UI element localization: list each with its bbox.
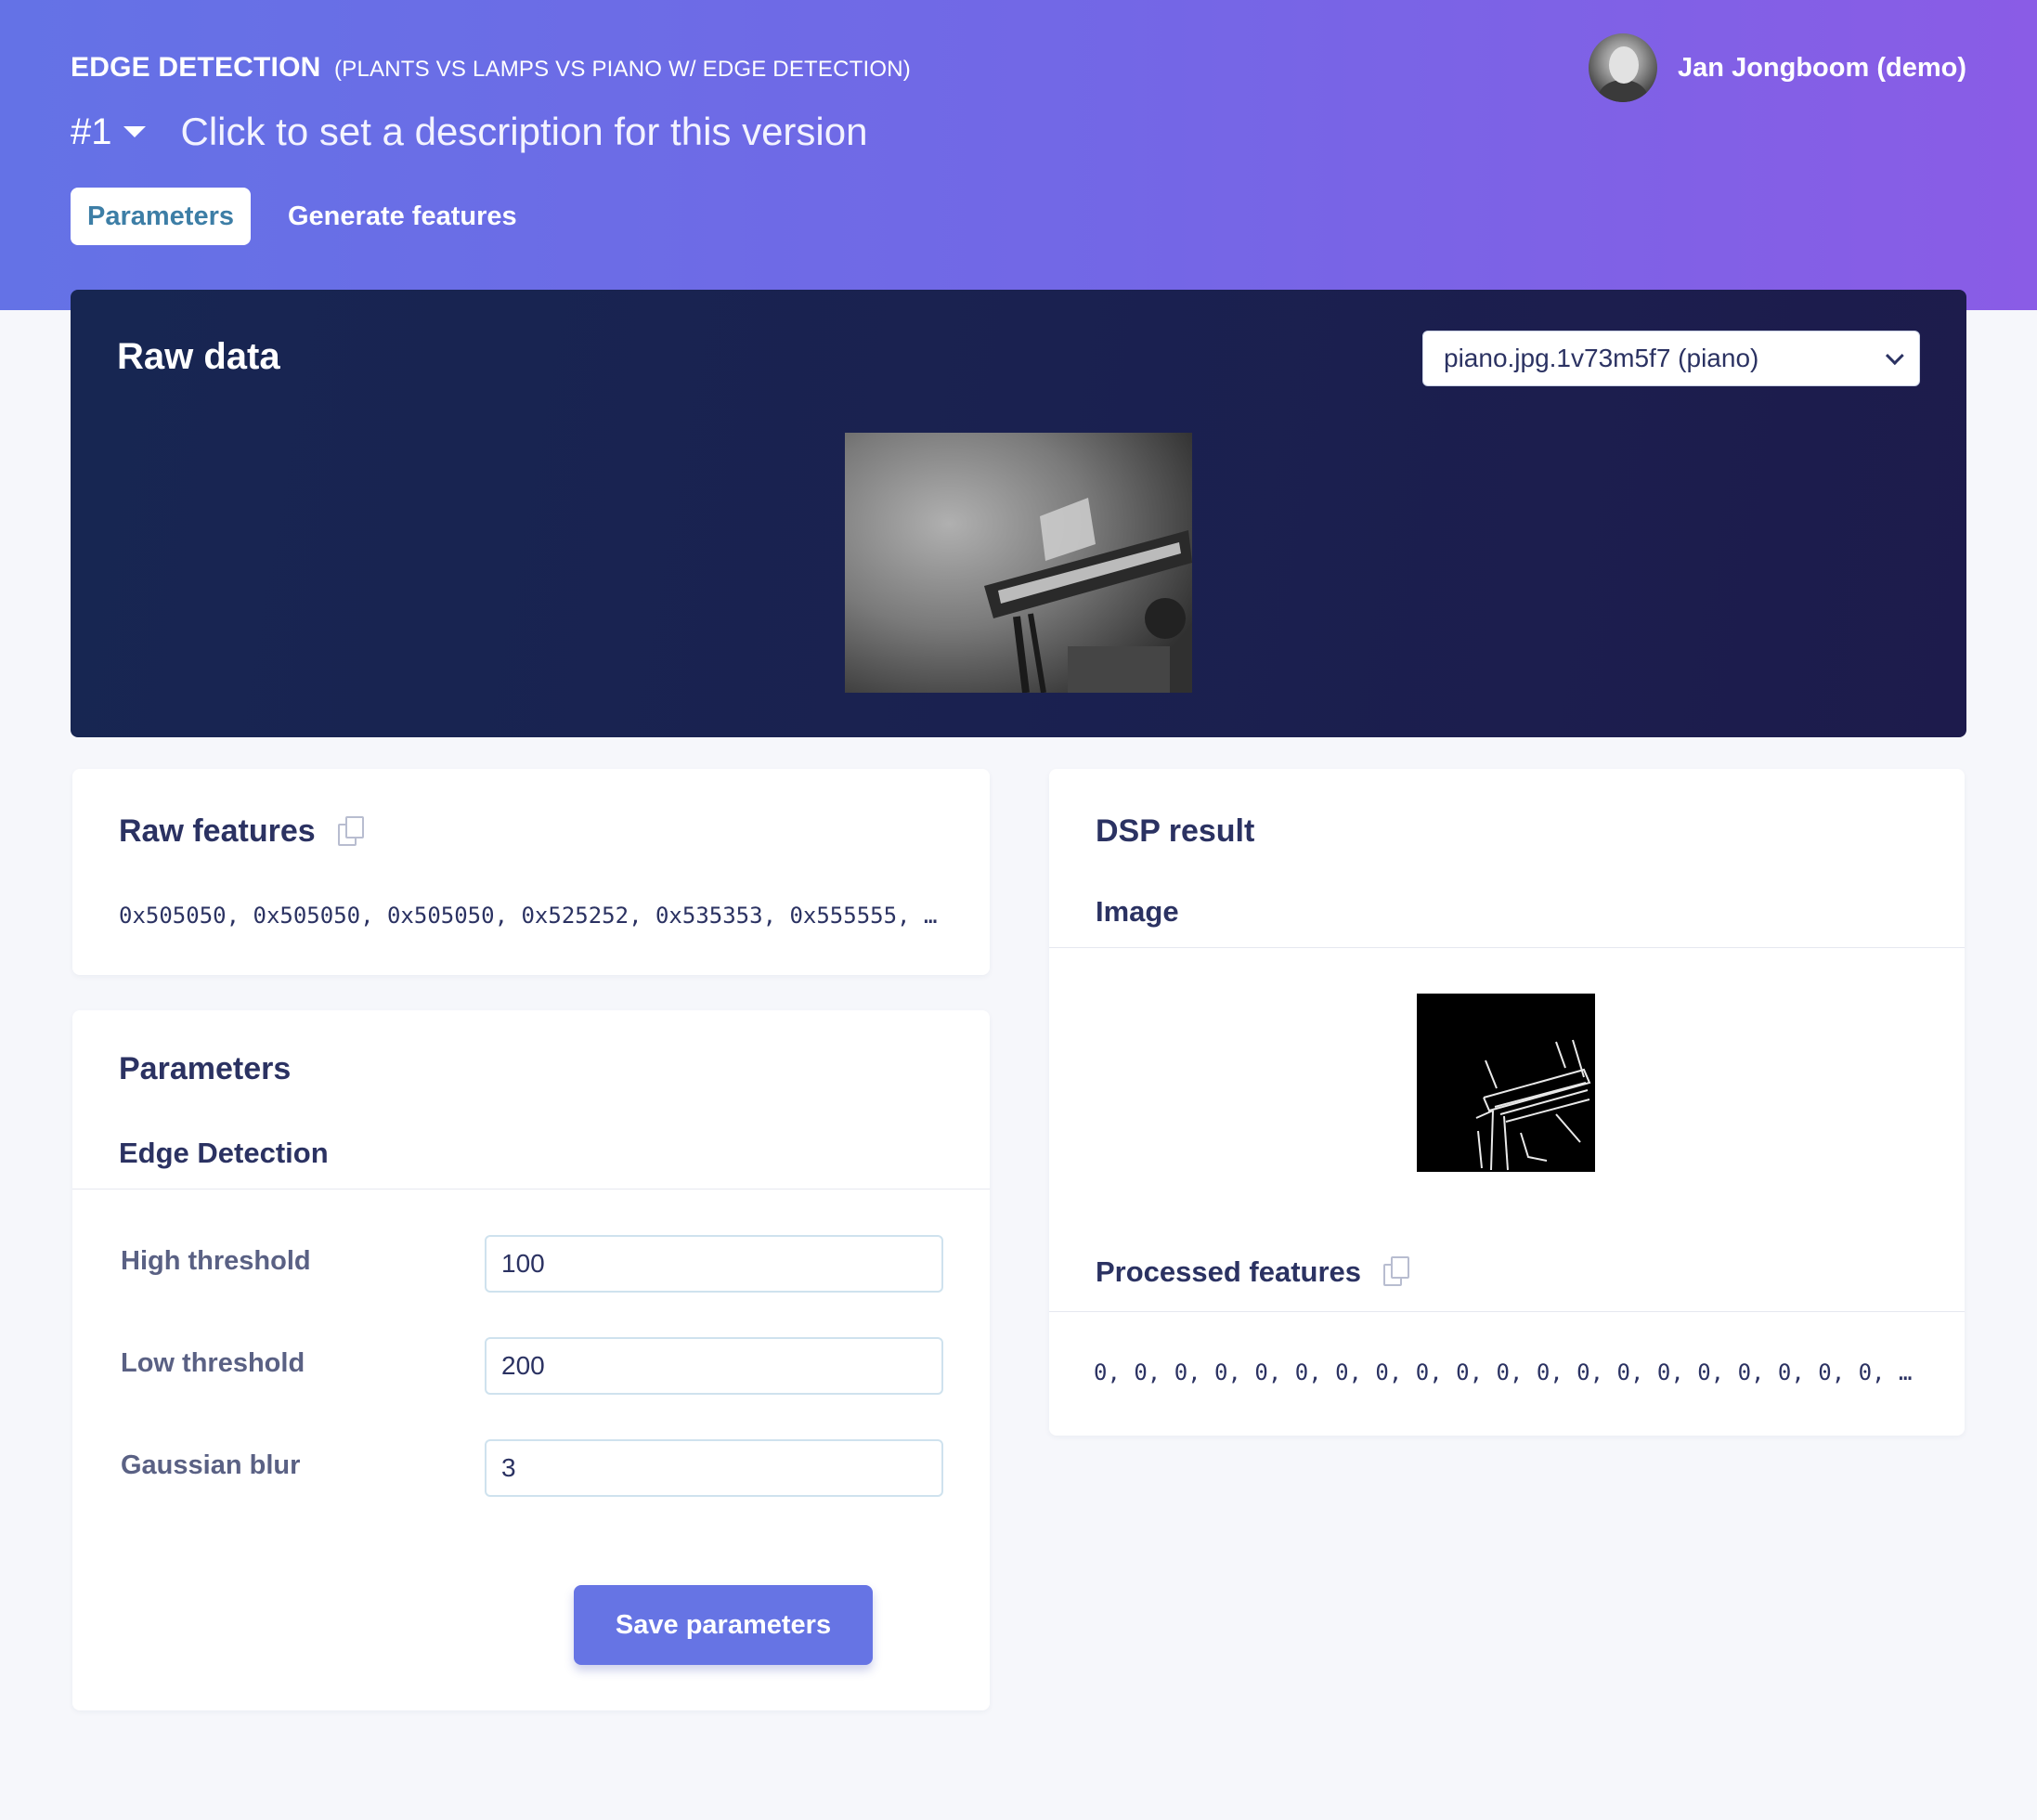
divider [1049, 1311, 1965, 1312]
sample-select-value: piano.jpg.1v73m5f7 (piano) [1444, 344, 1759, 372]
block-title: EDGE DETECTION (PLANTS VS LAMPS VS PIANO… [71, 52, 911, 84]
tab-bar: Parameters Generate features [71, 188, 554, 245]
raw-features-title: Raw features [119, 813, 366, 850]
version-row: #1 Click to set a description for this v… [71, 104, 867, 160]
raw-features-values: 0x505050, 0x505050, 0x505050, 0x525252, … [119, 903, 938, 929]
low-threshold-label: Low threshold [121, 1348, 305, 1378]
low-threshold-input[interactable] [485, 1337, 943, 1395]
divider [1049, 947, 1965, 948]
chevron-down-icon [1885, 346, 1904, 366]
dsp-result-title: DSP result [1096, 813, 1255, 849]
tab-generate-features[interactable]: Generate features [271, 188, 534, 245]
gaussian-blur-label: Gaussian blur [121, 1450, 301, 1480]
version-dropdown[interactable]: #1 [71, 111, 146, 153]
edge-detection-heading: Edge Detection [119, 1137, 329, 1169]
raw-data-panel: Raw data piano.jpg.1v73m5f7 (piano) [71, 290, 1966, 737]
raw-data-title: Raw data [117, 336, 280, 377]
save-parameters-button[interactable]: Save parameters [574, 1585, 873, 1665]
gaussian-blur-input[interactable] [485, 1439, 943, 1497]
copy-icon[interactable] [1383, 1256, 1411, 1288]
version-number: #1 [71, 110, 112, 152]
sample-select[interactable]: piano.jpg.1v73m5f7 (piano) [1422, 331, 1920, 386]
raw-sample-image [845, 433, 1192, 693]
raw-features-card: Raw features 0x505050, 0x505050, 0x50505… [72, 769, 990, 975]
block-subtitle: (PLANTS VS LAMPS VS PIANO W/ EDGE DETECT… [334, 57, 911, 82]
user-name: Jan Jongboom (demo) [1678, 52, 1966, 83]
high-threshold-label: High threshold [121, 1246, 311, 1276]
avatar [1589, 33, 1658, 102]
version-description[interactable]: Click to set a description for this vers… [181, 110, 868, 154]
divider [72, 1189, 990, 1190]
tab-parameters[interactable]: Parameters [71, 188, 251, 245]
block-name: EDGE DETECTION [71, 52, 321, 83]
parameters-title: Parameters [119, 1051, 292, 1086]
caret-down-icon [123, 126, 146, 137]
user-menu[interactable]: Jan Jongboom (demo) [1589, 33, 1966, 102]
copy-icon[interactable] [337, 815, 366, 848]
high-threshold-input[interactable] [485, 1235, 943, 1293]
dsp-edge-image [1417, 994, 1595, 1172]
processed-features-values: 0, 0, 0, 0, 0, 0, 0, 0, 0, 0, 0, 0, 0, 0… [1094, 1359, 1913, 1385]
processed-features-title: Processed features [1096, 1255, 1411, 1289]
image-heading: Image [1096, 895, 1179, 928]
page-header: EDGE DETECTION (PLANTS VS LAMPS VS PIANO… [0, 0, 2037, 310]
